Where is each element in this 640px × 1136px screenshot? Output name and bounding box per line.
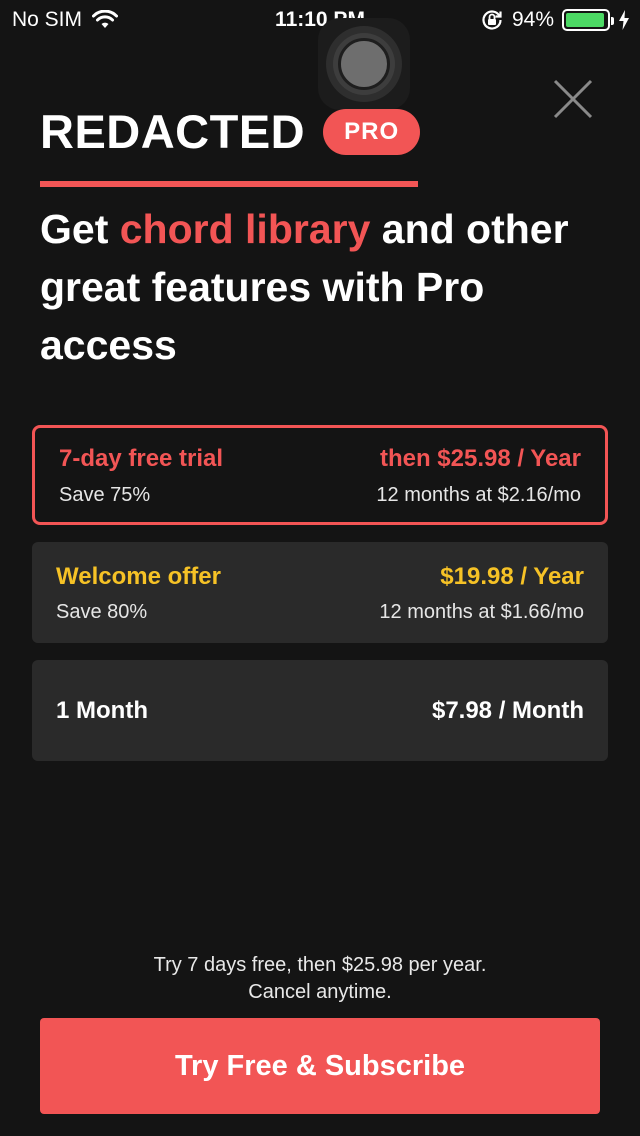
assistive-touch-ring-outer: [326, 26, 402, 102]
plan-title: 1 Month: [56, 697, 148, 724]
plan-row-top: 1 Month $7.98 / Month: [56, 697, 584, 725]
plan-price: $19.98 / Year: [440, 563, 584, 590]
charging-bolt-icon: [619, 10, 629, 30]
plan-title: 7-day free trial: [59, 445, 224, 472]
plan-savings: Save 75%: [59, 484, 151, 506]
plan-savings: Save 80%: [56, 601, 148, 623]
headline-highlight: chord library: [119, 206, 371, 252]
plan-option-trial[interactable]: 7-day free trial then $25.98 / Year Save…: [32, 425, 608, 525]
terms-note: Try 7 days free, then $25.98 per year. C…: [0, 952, 640, 1006]
battery-level: [566, 13, 604, 27]
battery-icon: [562, 9, 614, 31]
pro-badge: PRO: [323, 108, 421, 155]
terms-line-1: Try 7 days free, then $25.98 per year.: [153, 954, 487, 976]
close-button[interactable]: [552, 78, 594, 120]
plan-detail: 12 months at $1.66/mo: [379, 601, 584, 623]
battery-percent: 94%: [511, 8, 554, 31]
assistive-touch-button[interactable]: [318, 18, 410, 110]
header-divider: [40, 181, 418, 187]
assistive-touch-ring-inner: [333, 33, 395, 95]
plan-option-welcome[interactable]: Welcome offer $19.98 / Year Save 80% 12 …: [32, 542, 608, 643]
rotation-lock-icon: [482, 10, 502, 30]
plan-option-monthly[interactable]: 1 Month $7.98 / Month: [32, 660, 608, 761]
plan-price: $7.98 / Month: [431, 697, 584, 724]
brand-title: REDACTED: [40, 105, 306, 158]
close-icon: [553, 79, 593, 119]
plan-detail: 12 months at $2.16/mo: [376, 484, 581, 506]
plan-row-bottom: Save 75% 12 months at $2.16/mo: [59, 484, 581, 507]
brand-header: REDACTED PRO: [40, 104, 421, 159]
assistive-touch-core: [338, 38, 390, 90]
plan-price: then $25.98 / Year: [379, 445, 581, 472]
headline: Get chord library and other great featur…: [40, 200, 610, 374]
plan-row-top: 7-day free trial then $25.98 / Year: [59, 445, 581, 473]
headline-prefix: Get: [40, 206, 120, 252]
subscribe-button[interactable]: Try Free & Subscribe: [40, 1018, 600, 1114]
plan-title: Welcome offer: [56, 563, 221, 590]
plan-row-top: Welcome offer $19.98 / Year: [56, 563, 584, 591]
terms-line-2: Cancel anytime.: [248, 981, 392, 1003]
status-right: 94%: [480, 8, 630, 32]
plan-row-bottom: Save 80% 12 months at $1.66/mo: [56, 601, 584, 624]
